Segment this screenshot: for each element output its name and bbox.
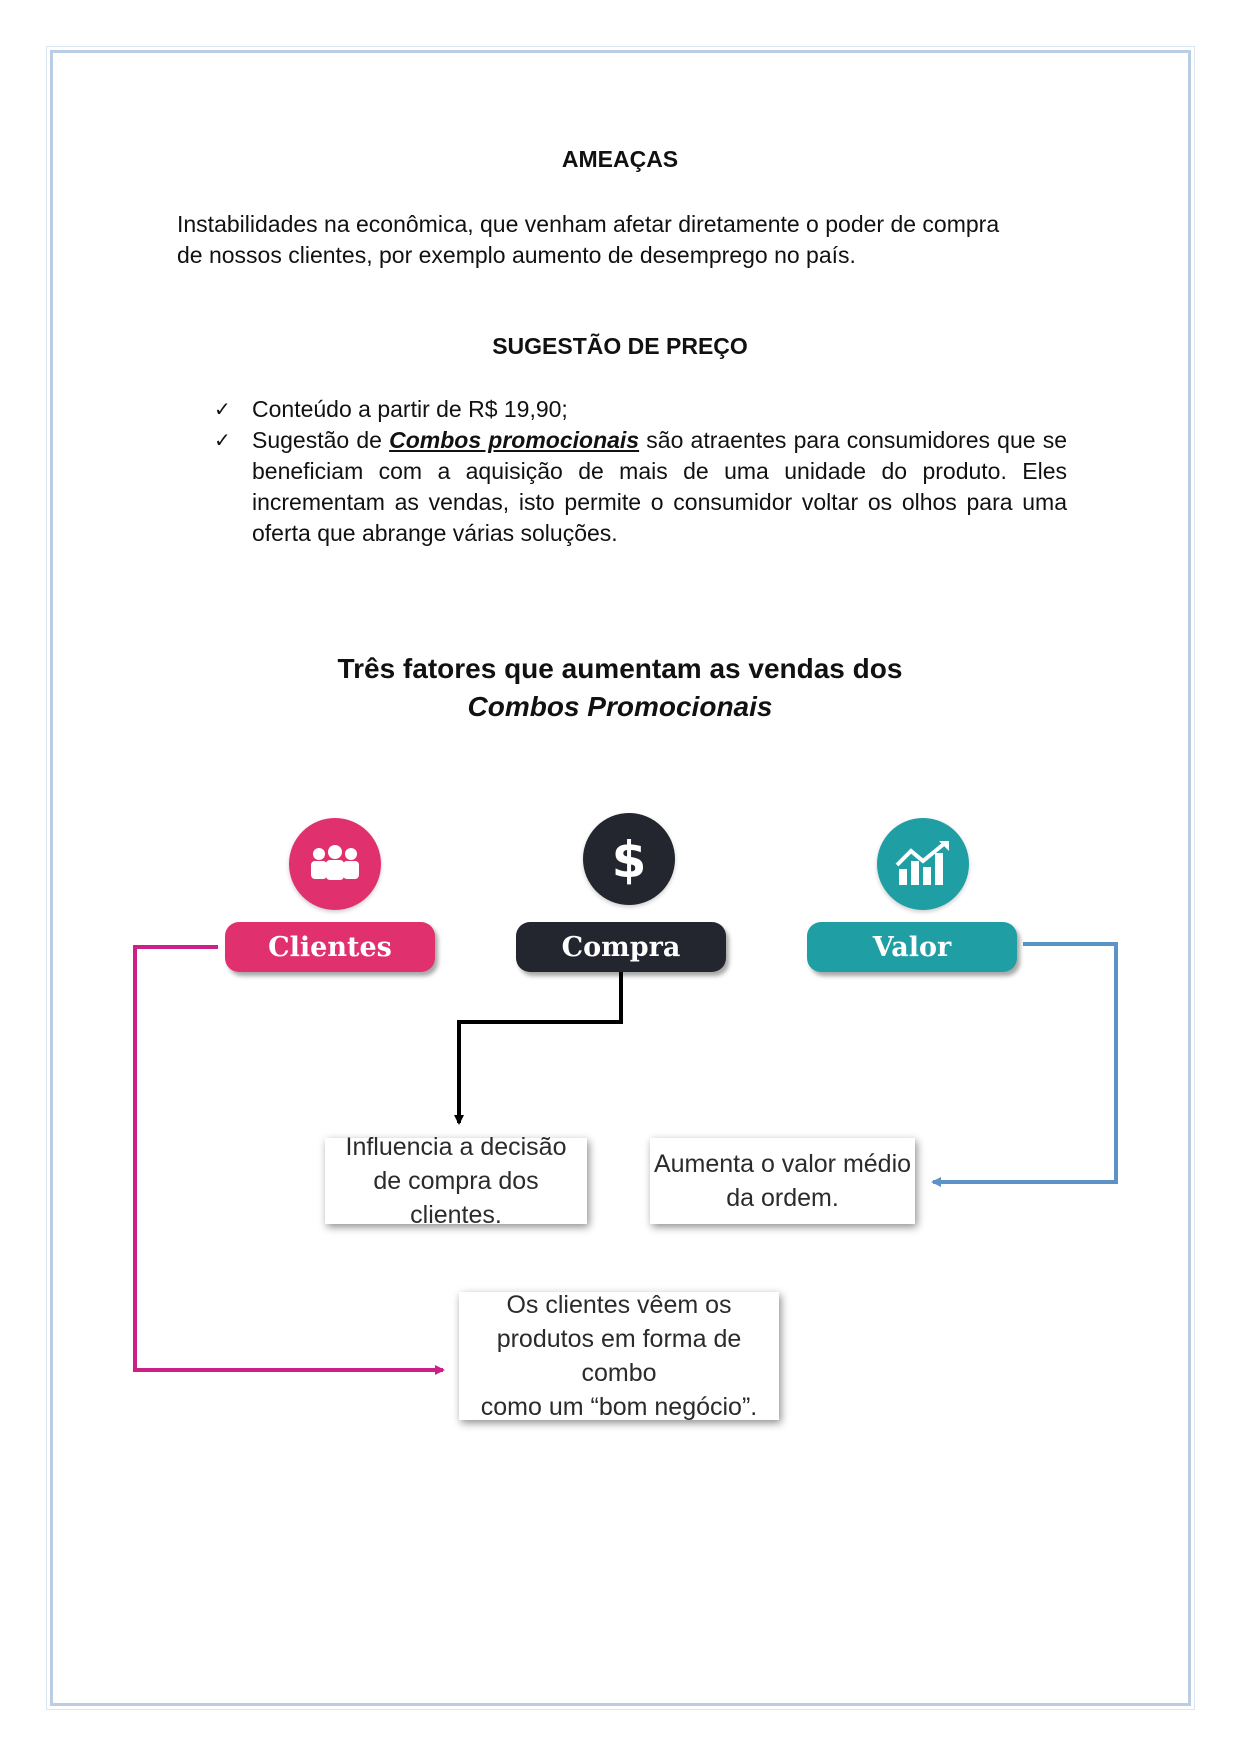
clientes-circle (289, 818, 381, 910)
compra-circle: $ (583, 813, 675, 905)
svg-text:$: $ (612, 831, 647, 889)
valor-box-line-1: Aumenta o valor médio (653, 1150, 912, 1178)
valor-box-line-2: da ordem. (726, 1184, 839, 1212)
compra-box-line-2: de compra dos clientes. (373, 1167, 539, 1229)
compra-box-line-1: Influencia a decisão (345, 1133, 567, 1161)
people-icon (311, 845, 359, 880)
valor-effect-box: Aumenta o valor médio da ordem. (650, 1138, 915, 1224)
dollar-icon: $ (612, 831, 647, 889)
clientes-effect-box: Os clientes vêem os produtos em forma de… (459, 1291, 779, 1421)
compra-connector (454, 965, 623, 1125)
valor-pill: Valor (807, 922, 1017, 972)
clientes-box-line-2: produtos em forma de combo (496, 1325, 742, 1387)
valor-connector (931, 942, 1118, 1187)
clientes-box-line-3: como um “bom negócio”. (480, 1393, 758, 1421)
clientes-pill: Clientes (225, 922, 435, 972)
clientes-box-line-1: Os clientes vêem os (506, 1291, 732, 1319)
compra-pill: Compra (516, 922, 726, 972)
growth-chart-icon (895, 841, 949, 885)
valor-circle (877, 818, 969, 910)
compra-effect-box: Influencia a decisão de compra dos clien… (325, 1133, 587, 1229)
